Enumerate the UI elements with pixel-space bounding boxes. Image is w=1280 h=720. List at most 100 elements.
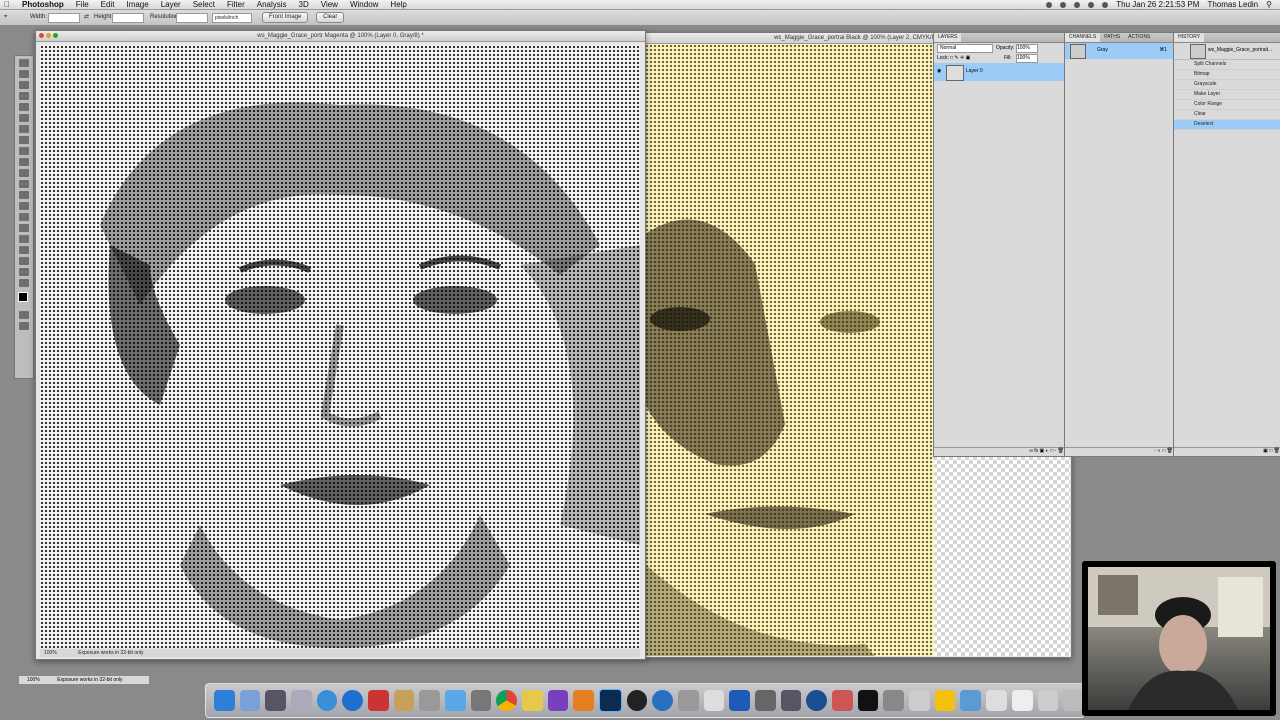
document-title-bar[interactable]: ws_Maggie_Grace_portr Magenta @ 100% (La… — [36, 31, 645, 42]
illustrator-icon[interactable] — [573, 690, 595, 711]
menu-analysis[interactable]: Analysis — [251, 0, 293, 9]
marquee-tool-icon[interactable] — [19, 70, 29, 78]
status-menu-icon[interactable] — [1060, 1, 1067, 8]
document-icon[interactable] — [986, 690, 1007, 711]
chrome-icon[interactable] — [496, 690, 518, 711]
tab-actions[interactable]: ACTIONS — [1124, 33, 1154, 42]
finder-icon[interactable] — [214, 690, 235, 711]
brush-tool-icon[interactable] — [19, 136, 29, 144]
layer-actions-icons[interactable]: ∞ fx ▣ ◐ □ ▫ 🗑 — [1029, 448, 1064, 454]
channel-name[interactable]: Gray — [1097, 47, 1108, 53]
volume-icon[interactable] — [1102, 1, 1109, 8]
shape-tool-icon[interactable] — [19, 246, 29, 254]
apple-menu-icon[interactable]:  — [4, 0, 10, 9]
clone-stamp-tool-icon[interactable] — [19, 147, 29, 155]
status-menu-icon[interactable] — [1074, 1, 1081, 8]
app-icon[interactable] — [780, 690, 802, 711]
safari-icon[interactable] — [316, 690, 338, 711]
resolution-field[interactable] — [176, 13, 208, 23]
fill-field[interactable]: 100% — [1016, 54, 1038, 63]
screen-mode-icon[interactable] — [19, 322, 29, 330]
photoshop-icon[interactable] — [599, 689, 622, 712]
history-snapshot[interactable]: ws_Maggie_Grace_portrait... — [1174, 43, 1280, 60]
app-icon[interactable] — [806, 690, 828, 711]
app-icon[interactable] — [678, 690, 699, 711]
opacity-field[interactable]: 100% — [1016, 44, 1038, 53]
quick-mask-icon[interactable] — [19, 311, 29, 319]
history-item[interactable]: Color Range — [1174, 100, 1280, 110]
blend-mode-select[interactable]: Normal — [937, 44, 993, 53]
snapshot-name[interactable]: ws_Maggie_Grace_portrait... — [1208, 47, 1272, 53]
clear-button[interactable]: Clear — [316, 12, 345, 23]
quick-select-tool-icon[interactable] — [19, 92, 29, 100]
document-canvas[interactable] — [40, 45, 640, 648]
history-item[interactable]: Grayscale — [1174, 80, 1280, 90]
crop-tool-icon[interactable] — [19, 103, 29, 111]
app-status-text[interactable]: Exposure works in 32-bit only — [57, 677, 122, 683]
launchpad-icon[interactable] — [291, 690, 312, 711]
zoom-window-icon[interactable] — [53, 33, 58, 38]
history-brush-tool-icon[interactable] — [19, 158, 29, 166]
document-icon[interactable] — [1037, 690, 1059, 711]
menu-filter[interactable]: Filter — [221, 0, 251, 9]
swap-icon[interactable]: ⇄ — [84, 13, 89, 22]
app-icon[interactable] — [883, 690, 905, 711]
app-icon[interactable] — [703, 690, 725, 711]
network-app-icon[interactable] — [342, 690, 364, 711]
app-zoom[interactable]: 100% — [27, 677, 40, 683]
channel-actions-icons[interactable]: ◌ ◐ □ 🗑 — [1153, 448, 1173, 454]
menubar-clock[interactable]: Thu Jan 26 2:21:53 PM — [1116, 0, 1199, 9]
menu-layer[interactable]: Layer — [155, 0, 187, 9]
minimize-window-icon[interactable] — [46, 33, 51, 38]
tab-channels[interactable]: CHANNELS — [1065, 33, 1101, 42]
menu-image[interactable]: Image — [120, 0, 154, 9]
type-tool-icon[interactable] — [19, 224, 29, 232]
document-zoom[interactable]: 100% — [44, 650, 57, 656]
app-icon[interactable] — [368, 690, 389, 711]
document-icon[interactable] — [1011, 690, 1033, 711]
menu-view[interactable]: View — [315, 0, 344, 9]
app-icon[interactable] — [652, 690, 674, 711]
app-icon[interactable] — [522, 690, 543, 711]
app-icon[interactable] — [470, 690, 492, 711]
document-status-text[interactable]: Exposure works in 32-bit only — [78, 650, 143, 656]
foreground-color-swatch[interactable] — [18, 292, 28, 302]
messages-icon[interactable] — [626, 690, 648, 711]
zoom-tool-icon[interactable] — [19, 279, 29, 287]
eye-icon[interactable]: ◉ — [937, 68, 941, 74]
menu-file[interactable]: File — [70, 0, 95, 9]
app-icon[interactable] — [909, 690, 930, 711]
layer-row[interactable]: ◉ Layer 0 — [934, 63, 1064, 81]
history-item[interactable]: Bitmap — [1174, 70, 1280, 80]
layer-name[interactable]: Layer 0 — [966, 68, 983, 74]
color-swatches[interactable] — [15, 290, 33, 308]
menu-3d[interactable]: 3D — [293, 0, 315, 9]
3d-rotate-tool-icon[interactable] — [19, 257, 29, 265]
menu-edit[interactable]: Edit — [95, 0, 121, 9]
dodge-tool-icon[interactable] — [19, 202, 29, 210]
folder-icon[interactable] — [960, 690, 982, 711]
eyedropper-tool-icon[interactable] — [19, 114, 29, 122]
crop-tool-icon[interactable]: ⌖ — [4, 13, 7, 22]
history-actions-icons[interactable]: ▣ □ 🗑 — [1263, 448, 1280, 454]
history-item-selected[interactable]: Deselect — [1174, 120, 1280, 130]
hand-tool-icon[interactable] — [19, 268, 29, 276]
app-icon[interactable] — [934, 690, 956, 711]
trash-icon[interactable] — [1063, 690, 1084, 711]
app-icon[interactable] — [393, 690, 415, 711]
lock-icons[interactable]: □ ✎ ✛ ▣ — [950, 53, 970, 63]
app-icon[interactable] — [445, 690, 466, 711]
menu-app-name[interactable]: Photoshop — [16, 0, 70, 9]
close-window-icon[interactable] — [39, 33, 44, 38]
path-select-tool-icon[interactable] — [19, 235, 29, 243]
width-field[interactable] — [48, 13, 80, 23]
tab-paths[interactable]: PATHS — [1100, 33, 1124, 42]
app-icon[interactable] — [419, 690, 441, 711]
dashboard-icon[interactable] — [239, 690, 261, 711]
resolution-unit-select[interactable]: pixels/inch — [212, 13, 252, 23]
wifi-icon[interactable] — [1088, 1, 1095, 8]
front-image-button[interactable]: Front Image — [262, 12, 309, 23]
terminal-icon[interactable] — [857, 690, 879, 711]
app-icon[interactable] — [547, 690, 569, 711]
lasso-tool-icon[interactable] — [19, 81, 29, 89]
